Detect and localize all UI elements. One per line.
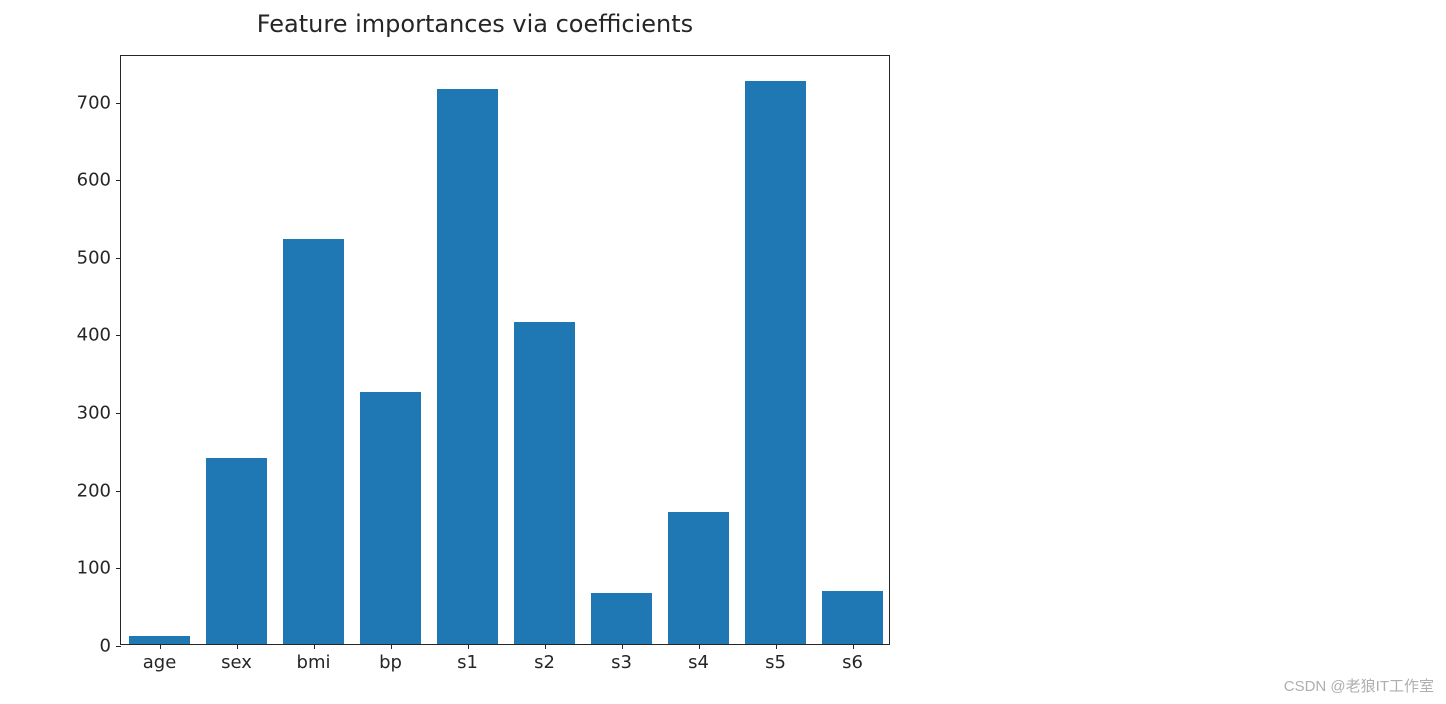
bar-bp [360,392,422,644]
bar-s5 [745,81,807,644]
ytick-label-600: 600 [77,170,121,191]
xtick-label-s4: s4 [688,644,709,673]
xtick-label-sex: sex [221,644,252,673]
xtick-label-s1: s1 [457,644,478,673]
ytick-label-0: 0 [100,636,121,657]
ytick-label-400: 400 [77,325,121,346]
bar-sex [206,458,268,644]
ytick-label-200: 200 [77,480,121,501]
bar-s2 [514,322,576,644]
xtick-label-s5: s5 [765,644,786,673]
xtick-label-s2: s2 [534,644,555,673]
bar-s3 [591,593,653,644]
ytick-label-700: 700 [77,92,121,113]
bar-s1 [437,89,499,644]
bar-s6 [822,591,884,644]
chart-figure: Feature importances via coefficients age… [60,0,890,700]
bar-bmi [283,239,345,644]
bar-s4 [668,512,730,644]
xtick-label-s6: s6 [842,644,863,673]
ytick-label-500: 500 [77,247,121,268]
watermark-text: CSDN @老狼IT工作室 [1284,675,1434,696]
xtick-label-age: age [143,644,177,673]
ytick-label-300: 300 [77,403,121,424]
chart-title: Feature importances via coefficients [60,10,890,38]
chart-axes: agesexbmibps1s2s3s4s5s601002003004005006… [120,55,890,645]
xtick-label-bmi: bmi [297,644,331,673]
bar-age [129,636,191,644]
xtick-label-s3: s3 [611,644,632,673]
ytick-label-100: 100 [77,558,121,579]
xtick-label-bp: bp [379,644,402,673]
